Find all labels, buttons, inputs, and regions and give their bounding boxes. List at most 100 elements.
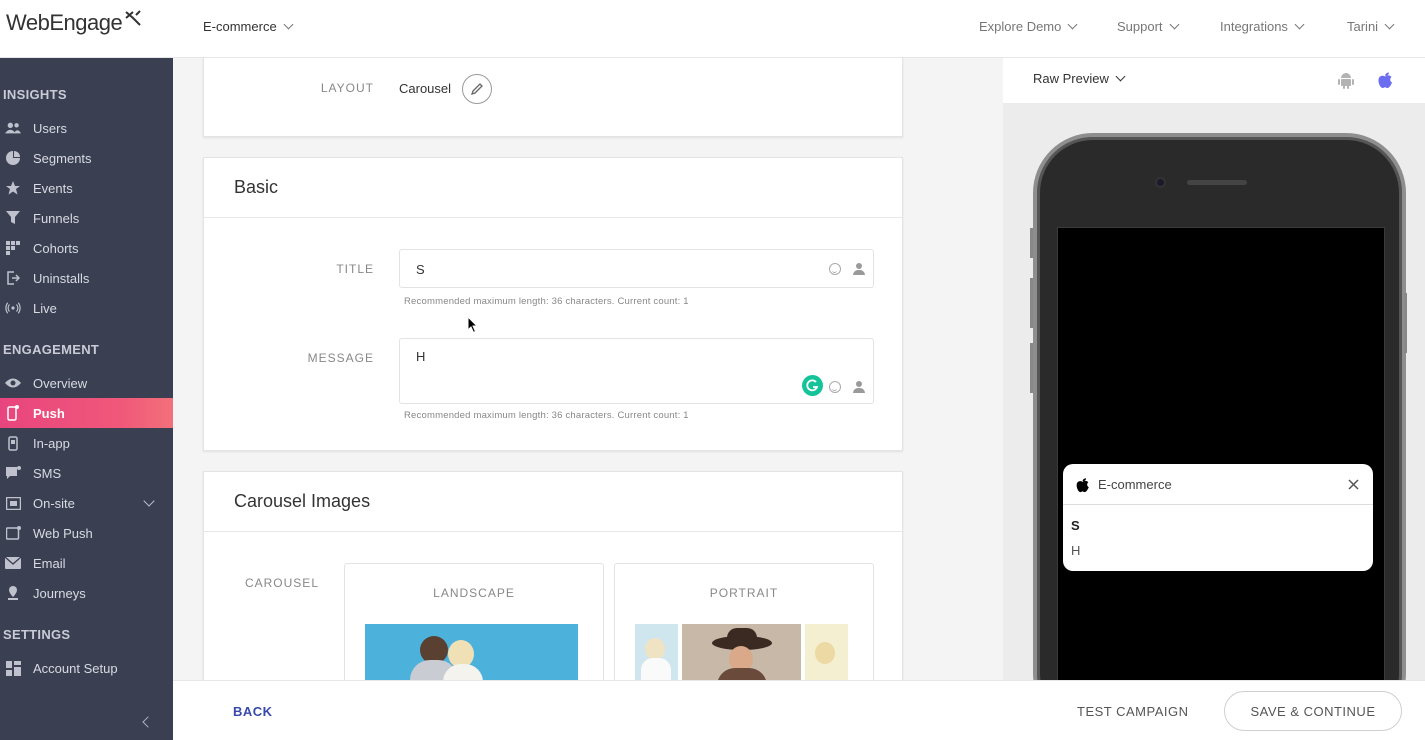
portrait-image-left xyxy=(635,624,678,680)
pie-chart-icon xyxy=(5,151,21,165)
preview-panel: Raw Preview xyxy=(1003,58,1425,680)
emoji-icon[interactable] xyxy=(829,381,841,393)
sidebar-item-on-site[interactable]: On-site xyxy=(0,488,173,518)
sidebar-item-sms[interactable]: SMS xyxy=(0,458,173,488)
sidebar-item-label: Journeys xyxy=(33,585,86,601)
carousel-card-title: Carousel Images xyxy=(204,472,902,532)
nav-label: Tarini xyxy=(1347,19,1379,34)
landscape-image xyxy=(365,624,578,680)
sidebar-item-label: Funnels xyxy=(33,210,80,226)
close-icon[interactable] xyxy=(1348,479,1359,490)
sidebar-item-label: Cohorts xyxy=(33,240,79,256)
sidebar-item-users[interactable]: Users xyxy=(0,113,173,143)
emoji-icon[interactable] xyxy=(829,263,841,275)
basic-card-title: Basic xyxy=(204,158,902,218)
nav-user-menu[interactable]: Tarini xyxy=(1347,19,1395,34)
phone-camera xyxy=(1155,177,1166,188)
nav-support[interactable]: Support xyxy=(1117,19,1179,34)
sidebar-item-label: Push xyxy=(33,405,65,421)
collapse-sidebar-icon[interactable] xyxy=(142,716,154,728)
phone-speaker xyxy=(1187,180,1247,185)
sidebar-item-label: Overview xyxy=(33,375,88,391)
notification-message: H xyxy=(1071,543,1081,558)
preview-mode-dropdown[interactable]: Raw Preview xyxy=(1033,71,1126,86)
pencil-icon xyxy=(470,83,483,96)
sidebar-item-events[interactable]: Events xyxy=(0,173,173,203)
sidebar-item-funnels[interactable]: Funnels xyxy=(0,203,173,233)
title-input[interactable]: S xyxy=(399,249,874,288)
mobile-push-icon xyxy=(5,405,21,421)
preview-canvas xyxy=(1003,103,1425,680)
message-input[interactable]: H xyxy=(399,338,874,404)
apple-icon xyxy=(1076,477,1089,492)
nav-label: Explore Demo xyxy=(979,19,1062,34)
chevron-down-icon[interactable] xyxy=(143,495,155,507)
phone-side-button xyxy=(1030,278,1033,328)
sidebar-item-email[interactable]: Email xyxy=(0,548,173,578)
top-bar: WebEngage E-commerce Explore Demo Suppor… xyxy=(0,0,1425,58)
test-campaign-button[interactable]: TEST CAMPAIGN xyxy=(1077,704,1188,719)
sidebar-item-label: Uninstalls xyxy=(33,270,90,286)
personalize-icon[interactable] xyxy=(853,263,865,275)
exit-icon xyxy=(5,271,21,285)
dashboard-icon xyxy=(5,660,21,676)
carousel-label: CAROUSEL xyxy=(244,576,319,590)
sidebar-item-overview[interactable]: Overview xyxy=(0,368,173,398)
personalize-icon[interactable] xyxy=(853,381,865,393)
apple-icon[interactable] xyxy=(1377,70,1393,89)
sidebar-item-push[interactable]: Push xyxy=(0,398,173,428)
phone-side-button xyxy=(1030,343,1033,393)
logo-text: WebEngage xyxy=(6,10,123,35)
carousel-card: Carousel Images CAROUSEL LANDSCAPE PORTR… xyxy=(203,471,903,680)
sms-icon xyxy=(5,466,21,480)
landscape-option[interactable]: LANDSCAPE xyxy=(344,563,604,680)
sidebar-item-label: In-app xyxy=(33,435,70,451)
sidebar-item-label: Users xyxy=(33,120,67,136)
sidebar-item-account-setup[interactable]: Account Setup xyxy=(0,653,173,683)
android-icon[interactable] xyxy=(1338,71,1354,89)
message-label: MESSAGE xyxy=(307,351,374,365)
sidebar-item-live[interactable]: Live xyxy=(0,293,173,323)
sidebar-item-label: Events xyxy=(33,180,73,196)
notification-app-name: E-commerce xyxy=(1098,476,1172,492)
window-icon xyxy=(5,496,21,510)
title-label: TITLE xyxy=(336,262,374,276)
sidebar: INSIGHTS Users Segments Events Funnels C… xyxy=(0,58,173,740)
sidebar-item-journeys[interactable]: Journeys xyxy=(0,578,173,608)
bottom-action-bar: BACK TEST CAMPAIGN SAVE & CONTINUE xyxy=(173,680,1425,740)
grid-icon xyxy=(5,241,21,255)
sidebar-item-in-app[interactable]: In-app xyxy=(0,428,173,458)
landscape-label: LANDSCAPE xyxy=(433,586,515,600)
funnel-icon xyxy=(5,211,21,225)
layout-value: Carousel xyxy=(399,81,452,96)
notification-header: E-commerce xyxy=(1063,464,1373,505)
sidebar-item-cohorts[interactable]: Cohorts xyxy=(0,233,173,263)
sidebar-item-label: Live xyxy=(33,300,57,316)
chevron-down-icon xyxy=(1384,19,1395,30)
portrait-image-center xyxy=(682,624,801,680)
sidebar-item-web-push[interactable]: Web Push xyxy=(0,518,173,548)
back-button[interactable]: BACK xyxy=(233,704,273,719)
grammarly-icon[interactable] xyxy=(802,375,823,396)
sidebar-item-label: Web Push xyxy=(33,525,93,541)
portrait-option[interactable]: PORTRAIT xyxy=(614,563,874,680)
nav-integrations[interactable]: Integrations xyxy=(1220,19,1305,34)
sidebar-item-segments[interactable]: Segments xyxy=(0,143,173,173)
webengage-logo[interactable]: WebEngage xyxy=(6,10,142,36)
logo-mark-icon xyxy=(125,10,141,26)
notification-title: S xyxy=(1071,518,1080,533)
sidebar-item-uninstalls[interactable]: Uninstalls xyxy=(0,263,173,293)
section-insights: INSIGHTS xyxy=(3,87,67,102)
star-icon xyxy=(5,181,21,195)
phone-side-button xyxy=(1030,228,1033,258)
envelope-icon xyxy=(5,556,21,570)
edit-layout-button[interactable] xyxy=(462,74,492,104)
portrait-image-right xyxy=(805,624,848,680)
nav-explore-demo[interactable]: Explore Demo xyxy=(979,19,1078,34)
eye-icon xyxy=(5,376,21,390)
save-continue-button[interactable]: SAVE & CONTINUE xyxy=(1224,691,1402,731)
project-selector[interactable]: E-commerce xyxy=(203,19,294,34)
broadcast-icon xyxy=(5,301,21,315)
chevron-down-icon xyxy=(283,19,294,30)
preview-header: Raw Preview xyxy=(1003,58,1425,103)
